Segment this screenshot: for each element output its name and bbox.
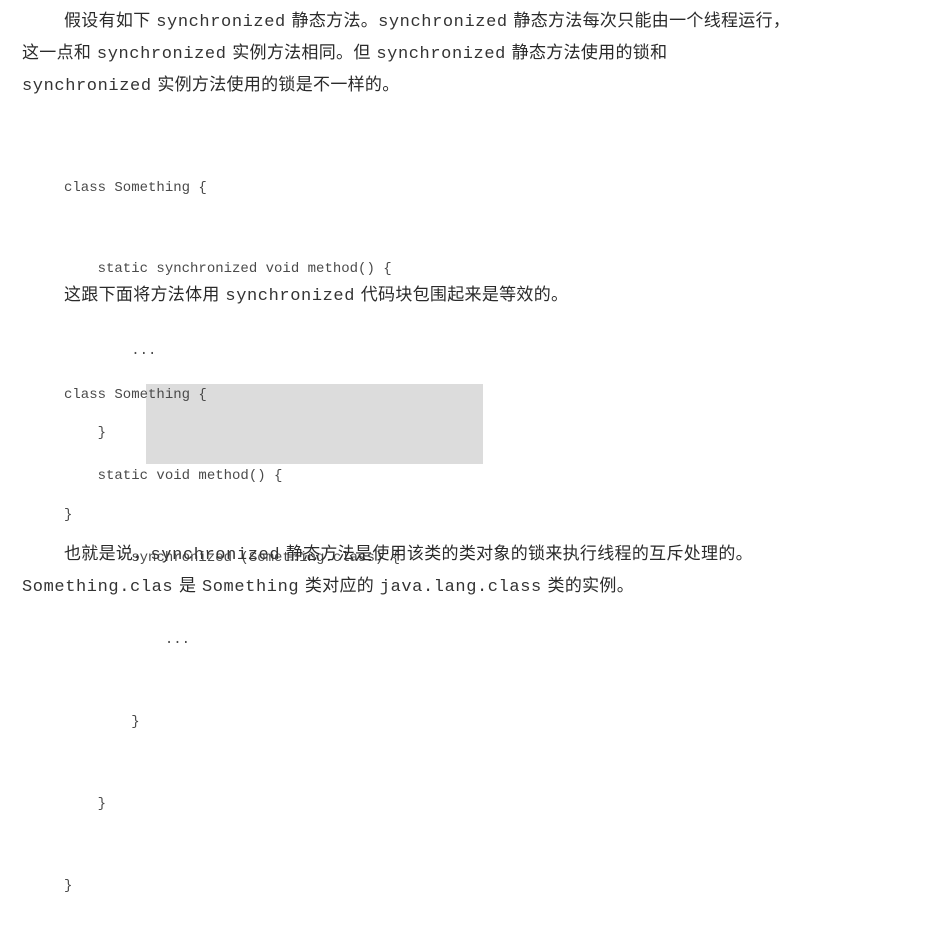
text-run: 实例方法使用的锁是不一样的。 <box>151 75 400 95</box>
code-line: class Something { <box>64 386 207 403</box>
code-term: Something.clas <box>22 578 174 597</box>
intro-line-1: 假设有如下 synchronized 静态方法。synchronized 静态方… <box>22 6 912 38</box>
keyword-synchronized: synchronized <box>150 546 281 565</box>
text-run: 静态方法每次只能由一个线程运行， <box>507 11 791 31</box>
text-run: 代码块包围起来是等效的。 <box>355 285 569 305</box>
equivalence-paragraph: 这跟下面将方法体用 synchronized 代码块包围起来是等效的。 <box>22 280 912 312</box>
keyword-synchronized: synchronized <box>376 45 506 64</box>
text-run: 这跟下面将方法体用 <box>64 285 226 305</box>
code-line: } <box>64 877 73 894</box>
intro-line-2: 这一点和 synchronized 实例方法相同。但 synchronized … <box>22 38 912 70</box>
text-run: 假设有如下 <box>64 11 157 31</box>
conclusion-paragraph: 也就是说，synchronized 静态方法是使用该类的类对象的锁来执行线程的互… <box>22 539 912 603</box>
text-run: 类对应的 <box>299 576 380 596</box>
code-term: Something <box>201 578 300 597</box>
text-run: 实例方法相同。但 <box>226 43 377 63</box>
text-run: 静态方法是使用该类的类对象的锁来执行线程的互斥处理的。 <box>280 544 753 564</box>
code-block-synchronized-class: class Something { static void method() {… <box>64 327 400 928</box>
keyword-synchronized: synchronized <box>96 45 227 64</box>
keyword-synchronized: synchronized <box>156 13 286 32</box>
text-run: 是 <box>173 576 202 596</box>
text-run: 静态方法使用的锁和 <box>505 43 668 63</box>
conclusion-line-1: 也就是说，synchronized 静态方法是使用该类的类对象的锁来执行线程的互… <box>22 539 912 571</box>
keyword-synchronized: synchronized <box>225 287 356 306</box>
conclusion-line-2: Something.clas 是 Something 类对应的 java.lan… <box>22 571 912 603</box>
code-line: static void method() { <box>64 468 283 485</box>
intro-line-3: synchronized 实例方法使用的锁是不一样的。 <box>22 70 912 102</box>
text-run: 这一点和 <box>22 43 97 63</box>
keyword-synchronized: synchronized <box>22 77 152 96</box>
text-run: 类的实例。 <box>541 576 635 596</box>
keyword-synchronized: synchronized <box>378 13 508 32</box>
code-line: } <box>64 796 107 813</box>
document-page: { "paragraph1": { "line1": { "a": "假设有如下… <box>0 0 927 894</box>
code-line: class Something { <box>64 179 207 196</box>
text-run: 也就是说， <box>64 544 151 564</box>
text-run: 静态方法。 <box>285 11 379 31</box>
code-term: java.lang.class <box>379 578 542 597</box>
equivalence-line: 这跟下面将方法体用 synchronized 代码块包围起来是等效的。 <box>22 280 912 312</box>
code-line-highlighted: } <box>64 714 140 731</box>
code-line-highlighted: ... <box>64 632 191 649</box>
intro-paragraph: 假设有如下 synchronized 静态方法。synchronized 静态方… <box>22 6 912 102</box>
